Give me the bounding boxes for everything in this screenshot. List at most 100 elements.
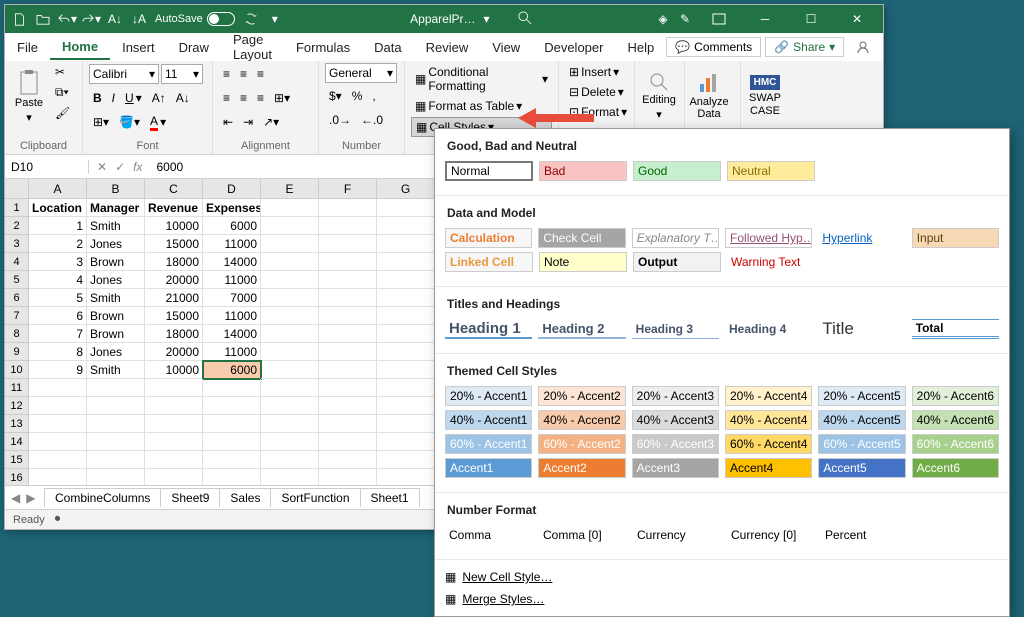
row-header[interactable]: 12 <box>5 397 29 415</box>
tab-home[interactable]: Home <box>50 35 110 60</box>
cell[interactable] <box>377 469 435 485</box>
cell[interactable] <box>29 433 87 451</box>
cell[interactable] <box>377 451 435 469</box>
cell[interactable] <box>261 397 319 415</box>
style-heading4[interactable]: Heading 4 <box>725 319 812 339</box>
format-painter-icon[interactable]: 🖌 <box>51 104 74 122</box>
cell[interactable]: Smith <box>87 361 145 379</box>
cell[interactable] <box>377 271 435 289</box>
ribbon-mode-icon[interactable] <box>697 5 741 33</box>
inc-decimal-icon[interactable]: .0→ <box>325 111 355 129</box>
cell[interactable] <box>203 433 261 451</box>
cell[interactable]: 15000 <box>145 307 203 325</box>
accounting-icon[interactable]: $▾ <box>325 87 346 105</box>
cell[interactable]: 18000 <box>145 253 203 271</box>
sheet-tab[interactable]: CombineColumns <box>44 488 161 507</box>
style-calculation[interactable]: Calculation <box>445 228 532 248</box>
cell[interactable]: 6000 <box>203 217 261 235</box>
style-accent[interactable]: 60% - Accent5 <box>818 434 905 454</box>
cell[interactable] <box>319 235 377 253</box>
cell[interactable] <box>261 199 319 217</box>
orientation-icon[interactable]: ↗▾ <box>259 113 283 131</box>
cell[interactable] <box>261 451 319 469</box>
style-heading1[interactable]: Heading 1 <box>445 319 532 339</box>
cell[interactable] <box>377 379 435 397</box>
cell[interactable] <box>203 397 261 415</box>
style-output[interactable]: Output <box>633 252 721 272</box>
percent-icon[interactable]: % <box>348 87 367 105</box>
tab-prev-icon[interactable]: ◀ <box>11 491 20 505</box>
cell[interactable] <box>319 289 377 307</box>
cell[interactable] <box>203 379 261 397</box>
style-hyperlink[interactable]: Hyperlink <box>818 228 905 248</box>
cell[interactable]: 6 <box>29 307 87 325</box>
cancel-formula-icon[interactable]: ✕ <box>97 160 107 174</box>
autosave-toggle[interactable]: AutoSave <box>155 12 235 26</box>
row-header[interactable]: 4 <box>5 253 29 271</box>
style-check-cell[interactable]: Check Cell <box>538 228 625 248</box>
cell[interactable] <box>319 307 377 325</box>
cell[interactable] <box>377 361 435 379</box>
cell[interactable] <box>377 343 435 361</box>
sheet-tab[interactable]: SortFunction <box>270 488 360 507</box>
cell[interactable] <box>261 325 319 343</box>
col-header[interactable]: G <box>377 179 435 198</box>
cell[interactable] <box>261 217 319 235</box>
cell[interactable]: 14000 <box>203 253 261 271</box>
open-icon[interactable] <box>33 9 53 29</box>
row-header[interactable]: 13 <box>5 415 29 433</box>
underline-button[interactable]: U▾ <box>121 89 146 107</box>
row-header[interactable]: 11 <box>5 379 29 397</box>
style-accent[interactable]: Accent4 <box>725 458 812 478</box>
cell[interactable] <box>87 397 145 415</box>
new-cell-style-button[interactable]: ▦ New Cell Style… <box>445 566 999 588</box>
row-header[interactable]: 10 <box>5 361 29 379</box>
style-accent[interactable]: 40% - Accent4 <box>725 410 812 430</box>
style-accent[interactable]: Accent2 <box>538 458 625 478</box>
cell[interactable] <box>29 397 87 415</box>
style-accent[interactable]: Accent5 <box>818 458 905 478</box>
cell[interactable] <box>261 253 319 271</box>
cell[interactable] <box>261 361 319 379</box>
comments-button[interactable]: 💬 Comments <box>666 37 761 57</box>
cell[interactable] <box>319 271 377 289</box>
style-accent[interactable]: 40% - Accent6 <box>912 410 999 430</box>
cell[interactable] <box>377 325 435 343</box>
cell[interactable]: Jones <box>87 235 145 253</box>
cell[interactable] <box>87 415 145 433</box>
share-button[interactable]: 🔗 Share ▾ <box>765 37 844 57</box>
format-cells-button[interactable]: ⊡ Format ▾ <box>565 103 628 121</box>
cell[interactable] <box>87 451 145 469</box>
style-neutral[interactable]: Neutral <box>727 161 815 181</box>
style-accent[interactable]: 40% - Accent1 <box>445 410 532 430</box>
cell[interactable] <box>261 343 319 361</box>
style-accent[interactable]: 20% - Accent2 <box>538 386 625 406</box>
style-accent[interactable]: Accent6 <box>912 458 999 478</box>
cell[interactable]: 3 <box>29 253 87 271</box>
style-accent[interactable]: Accent3 <box>632 458 719 478</box>
cell[interactable] <box>319 451 377 469</box>
cell[interactable] <box>29 451 87 469</box>
style-total[interactable]: Total <box>912 319 999 339</box>
cell[interactable] <box>377 397 435 415</box>
row-header[interactable]: 7 <box>5 307 29 325</box>
cell[interactable] <box>377 289 435 307</box>
style-accent[interactable]: 60% - Accent1 <box>445 434 532 454</box>
align-left-icon[interactable]: ≡ <box>219 89 234 107</box>
cell[interactable]: 11000 <box>203 235 261 253</box>
style-number-format[interactable]: Comma [0] <box>539 525 627 545</box>
cell[interactable] <box>87 379 145 397</box>
style-normal[interactable]: Normal <box>445 161 533 181</box>
name-box[interactable]: D10 <box>5 160 89 174</box>
cell[interactable]: Brown <box>87 253 145 271</box>
align-top-icon[interactable]: ≡ <box>219 65 234 83</box>
cell[interactable] <box>29 415 87 433</box>
cell[interactable] <box>319 361 377 379</box>
cell[interactable] <box>29 469 87 485</box>
style-number-format[interactable]: Percent <box>821 525 909 545</box>
cell[interactable] <box>145 433 203 451</box>
style-accent[interactable]: 40% - Accent3 <box>632 410 719 430</box>
cell[interactable] <box>87 469 145 485</box>
row-header[interactable]: 9 <box>5 343 29 361</box>
cell[interactable]: 11000 <box>203 343 261 361</box>
